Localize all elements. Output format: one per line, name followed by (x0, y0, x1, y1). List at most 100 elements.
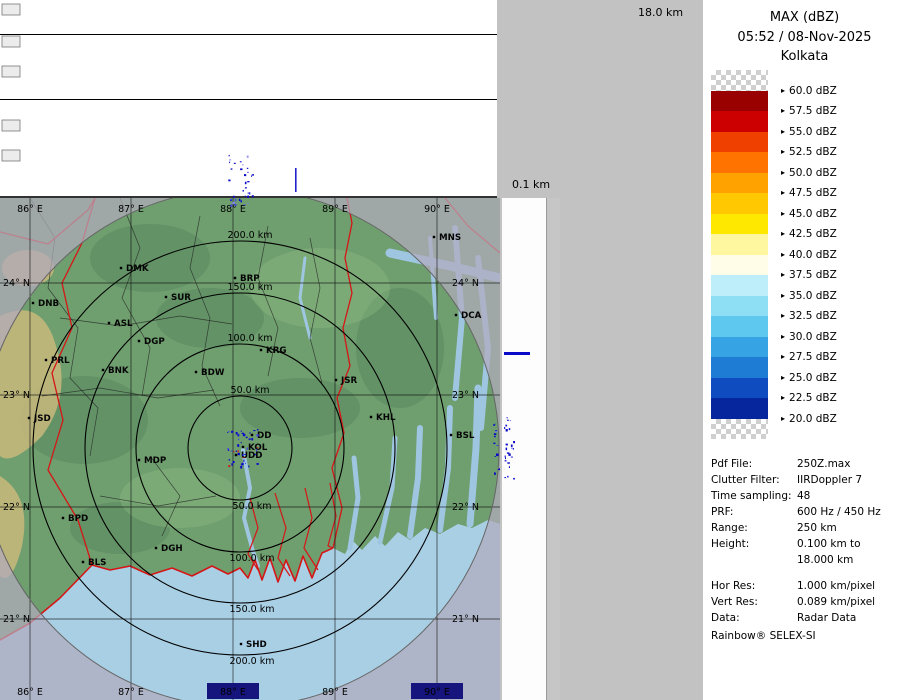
scale-label-text: 25.0 dBZ (789, 372, 837, 384)
echo-pixel (233, 202, 236, 204)
echo-pixel (505, 458, 506, 460)
echo-pixel (249, 438, 251, 440)
info-label: PRF: (711, 504, 797, 520)
height-axis-bottom-label: 0.1 km (512, 178, 550, 191)
radar-map: 50.0 km50.0 km100.0 km100.0 km150.0 km15… (0, 198, 500, 700)
echo-pixel (230, 200, 232, 201)
info-label: Hor Res: (711, 578, 797, 594)
radar-map-panel: 50.0 km50.0 km100.0 km100.0 km150.0 km15… (0, 198, 500, 700)
info-row: Pdf File:250Z.max (711, 456, 906, 472)
city-label: BNK (108, 366, 129, 376)
echo-pixel (243, 460, 244, 462)
echo-pixel (251, 438, 253, 440)
city-label: KRG (266, 346, 287, 356)
echo-pixel (494, 433, 496, 435)
echo-pixel (227, 432, 228, 433)
scale-tick-arrow-icon: ▸ (781, 106, 785, 115)
city-label: ASL (114, 319, 133, 329)
info-value: 250Z.max (797, 456, 850, 472)
scale-label-text: 20.0 dBZ (789, 413, 837, 425)
echo-pixel (228, 465, 230, 467)
echo-pixel (238, 434, 240, 436)
scale-swatch (711, 255, 768, 276)
city-dot (433, 236, 435, 238)
longitude-label: 86° E (17, 204, 43, 215)
latitude-label: 23° N (3, 390, 30, 401)
scale-tick-arrow-icon: ▸ (781, 127, 785, 136)
legend-panel: MAX (dBZ) 05:52 / 08-Nov-2025 Kolkata ▸6… (703, 0, 906, 700)
latitude-label: 22° N (3, 502, 30, 513)
echo-pixel (241, 431, 242, 432)
scale-label-text: 57.5 dBZ (789, 105, 837, 117)
scale-label: ▸22.5 dBZ (781, 391, 837, 405)
echo-pixel (251, 175, 252, 177)
echo-pixel (511, 456, 513, 458)
info-value: Radar Data (797, 610, 856, 626)
scale-label-text: 32.5 dBZ (789, 310, 837, 322)
height-axis-top-label: 18.0 km (638, 6, 683, 19)
city-label: SUR (171, 293, 191, 303)
echo-pixel (247, 448, 248, 450)
echo-pixel (247, 181, 249, 182)
scale-label: ▸20.0 dBZ (781, 412, 837, 426)
echo-pixel (496, 455, 497, 456)
info-row: Clutter Filter:IIRDoppler 7 (711, 472, 906, 488)
city-label: PRL (51, 356, 70, 366)
echo-pixel (505, 456, 506, 458)
city-label: JSD (33, 414, 51, 424)
echo-pixel (249, 192, 250, 194)
info-label: Time sampling: (711, 488, 797, 504)
scale-label-text: 40.0 dBZ (789, 249, 837, 261)
scale-tick-arrow-icon: ▸ (781, 311, 785, 320)
scale-swatch (711, 337, 768, 358)
city-dot (251, 434, 253, 436)
longitude-label: 86° E (17, 687, 43, 698)
scale-label: ▸60.0 dBZ (781, 84, 837, 98)
echo-pixel (242, 164, 243, 166)
echo-pixel (239, 199, 241, 202)
echo-pixel (233, 461, 235, 463)
scale-tick-arrow-icon: ▸ (781, 332, 785, 341)
range-ring-label: 200.0 km (230, 656, 275, 667)
city-dot (260, 349, 262, 351)
city-label: MDP (144, 456, 167, 466)
scale-label-text: 55.0 dBZ (789, 126, 837, 138)
info-label: Clutter Filter: (711, 472, 797, 488)
echo-pixel (238, 453, 240, 455)
scale-label: ▸ 55.0 dBZ (781, 125, 837, 139)
scale-swatch (711, 296, 768, 317)
info-row: Height:0.100 km to (711, 536, 906, 552)
echo-pixel (256, 463, 259, 465)
echo-pixel (231, 451, 233, 452)
scale-label: ▸27.5 dBZ (781, 350, 837, 364)
latitude-label: 22° N (452, 502, 479, 513)
echo-pixel (230, 205, 232, 207)
ew-gridline (0, 34, 497, 35)
product-info: Pdf File:250Z.maxClutter Filter:IIRDoppl… (711, 456, 906, 626)
echo-pixel (229, 159, 231, 160)
info-value: 600 Hz / 450 Hz (797, 504, 881, 520)
city-dot (370, 416, 372, 418)
city-label: KHL (376, 413, 396, 423)
echo-pixel (493, 443, 495, 445)
city-label: MNS (439, 233, 461, 243)
scale-swatch (711, 132, 768, 153)
echo-pixel (235, 199, 237, 202)
city-dot (155, 547, 157, 549)
latitude-label: 23° N (452, 390, 479, 401)
echo-pixel (506, 429, 508, 432)
info-value: 0.089 km/pixel (797, 594, 875, 610)
city-label: BPD (68, 514, 88, 524)
echo-pixel (255, 454, 257, 455)
scale-swatch (711, 378, 768, 399)
scale-tick-arrow-icon: ▸ (781, 291, 785, 300)
echo-pixel (247, 156, 249, 158)
info-row: Time sampling:48 (711, 488, 906, 504)
software-brand: Rainbow® SELEX-SI (711, 630, 816, 642)
info-value: 0.100 km to (797, 536, 861, 552)
echo-pixel (252, 195, 254, 197)
info-label: Data: (711, 610, 797, 626)
echo-pixel (244, 454, 246, 455)
echo-pixel (243, 190, 245, 191)
echo-pixel (243, 457, 245, 458)
